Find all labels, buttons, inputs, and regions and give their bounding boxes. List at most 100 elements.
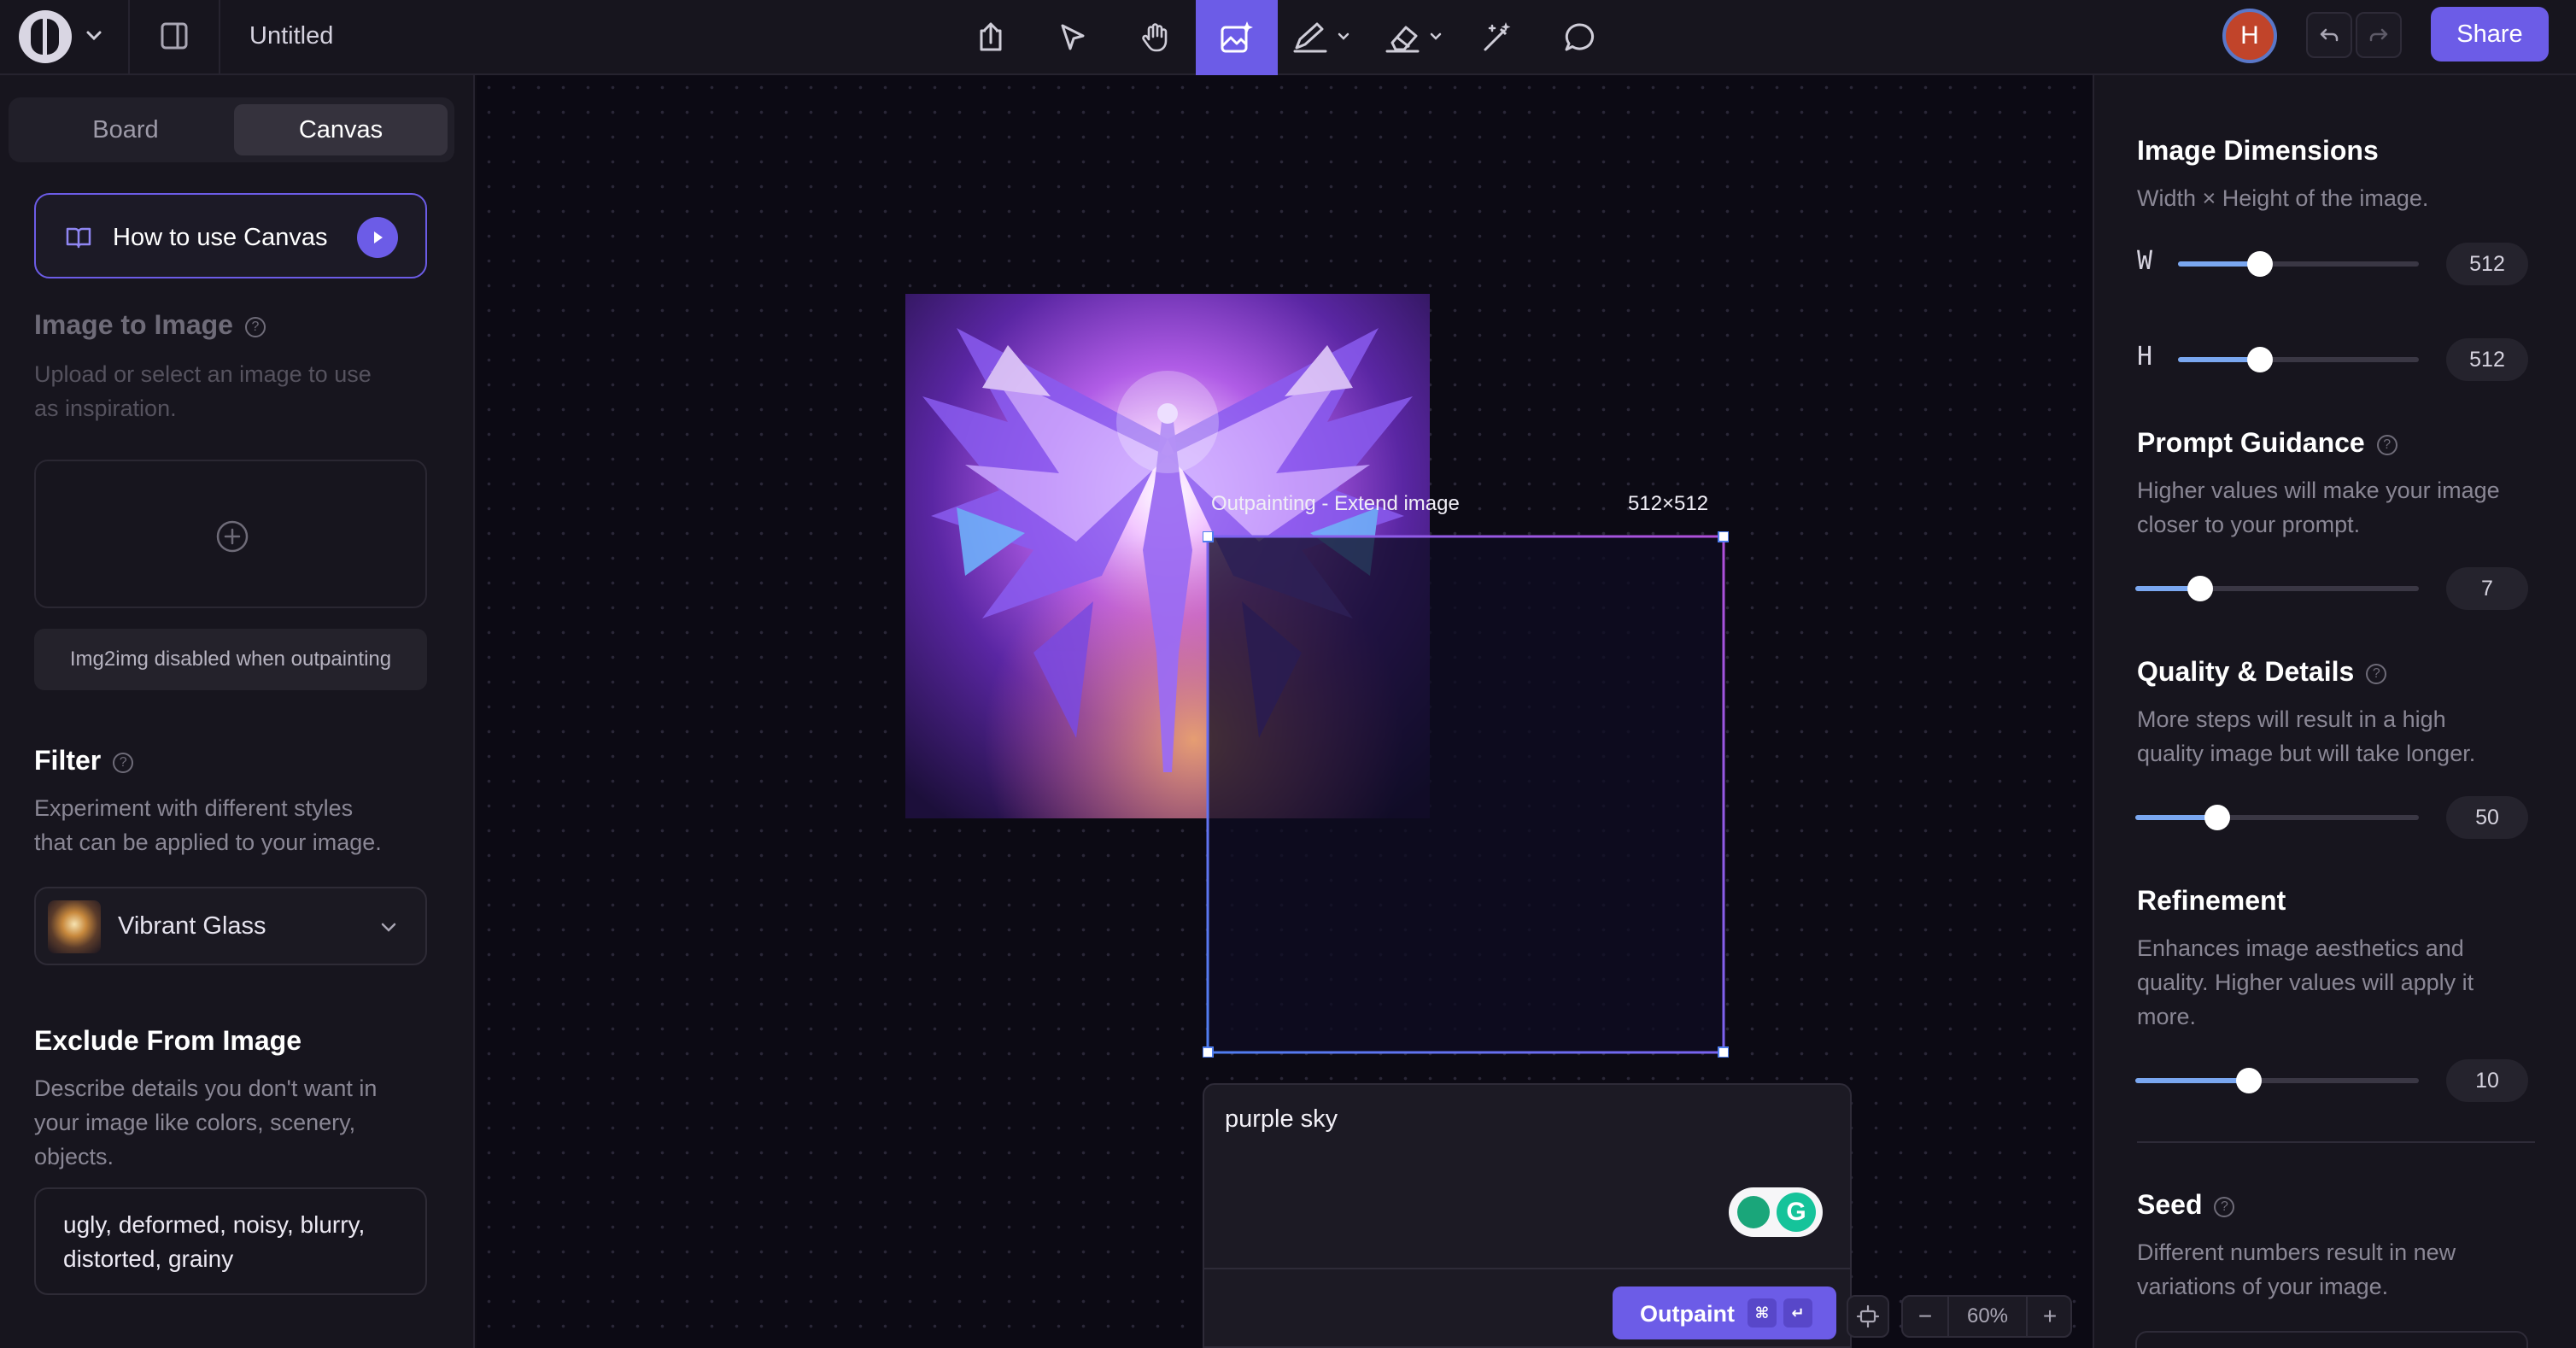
image-sparkle-icon bbox=[1221, 21, 1253, 53]
draw-tool-button[interactable] bbox=[1291, 0, 1353, 75]
comment-tool-button[interactable] bbox=[1560, 0, 1599, 75]
negative-prompt-value: ugly, deformed, noisy, blurry, distorted… bbox=[63, 1211, 366, 1272]
prompt-guidance-heading: Prompt Guidance? bbox=[2137, 425, 2397, 460]
exclude-heading: Exclude From Image bbox=[34, 1025, 302, 1056]
prompt-guidance-desc: Higher values will make your image close… bbox=[2137, 478, 2500, 537]
quality-value[interactable]: 50 bbox=[2446, 796, 2528, 839]
filter-dropdown[interactable]: Vibrant Glass bbox=[34, 887, 427, 965]
fit-screen-icon bbox=[1856, 1304, 1880, 1328]
exclude-desc: Describe details you don't want in your … bbox=[34, 1075, 378, 1169]
quality-desc: More steps will result in a high quality… bbox=[2137, 706, 2476, 766]
refinement-value[interactable]: 10 bbox=[2446, 1059, 2528, 1102]
help-icon[interactable]: ? bbox=[2376, 434, 2397, 455]
chevron-down-icon bbox=[381, 923, 396, 932]
redo-icon bbox=[2369, 28, 2388, 42]
zoom-in-button[interactable]: + bbox=[2028, 1297, 2072, 1336]
dimensions-desc: Width × Height of the image. bbox=[2137, 185, 2429, 211]
view-switcher: Board Canvas bbox=[9, 97, 454, 162]
quality-heading: Quality & Details? bbox=[2137, 654, 2387, 689]
slider-handle[interactable] bbox=[2204, 805, 2231, 830]
cursor-icon bbox=[1061, 24, 1085, 50]
zoom-control: − 60% + bbox=[1901, 1295, 2072, 1338]
outpaint-frame[interactable] bbox=[1203, 531, 1729, 1058]
help-icon[interactable]: ? bbox=[2366, 663, 2387, 684]
document-title[interactable]: Untitled bbox=[249, 19, 333, 53]
upload-tool-button[interactable] bbox=[970, 0, 1011, 75]
outpaint-frame-label: Outpainting - Extend image bbox=[1211, 492, 1460, 515]
prompt-guidance-value[interactable]: 7 bbox=[2446, 567, 2528, 610]
refinement-slider[interactable] bbox=[2135, 1066, 2419, 1095]
seed-heading: Seed? bbox=[2137, 1187, 2235, 1222]
play-icon bbox=[357, 217, 398, 258]
outpaint-button[interactable]: Outpaint ⌘ ↵ bbox=[1613, 1286, 1836, 1339]
undo-button[interactable] bbox=[2306, 12, 2352, 58]
top-toolbar: Untitled H Share bbox=[0, 0, 2576, 75]
seed-desc: Different numbers result in new variatio… bbox=[2137, 1240, 2456, 1299]
filter-selected-label: Vibrant Glass bbox=[118, 912, 266, 940]
share-button[interactable]: Share bbox=[2431, 7, 2549, 62]
outpaint-tool-button[interactable] bbox=[1196, 0, 1278, 75]
book-icon bbox=[66, 227, 91, 249]
negative-prompt-input[interactable]: ugly, deformed, noisy, blurry, distorted… bbox=[34, 1187, 427, 1295]
magic-wand-icon bbox=[1484, 22, 1511, 51]
help-icon[interactable]: ? bbox=[244, 316, 266, 337]
how-to-use-canvas-button[interactable]: How to use Canvas bbox=[34, 193, 427, 278]
tab-board[interactable]: Board bbox=[19, 104, 232, 155]
grammarly-widget[interactable]: G bbox=[1729, 1187, 1823, 1237]
zoom-out-button[interactable]: − bbox=[1903, 1297, 1947, 1336]
how-to-use-label: How to use Canvas bbox=[113, 224, 328, 251]
seed-input[interactable] bbox=[2135, 1331, 2528, 1348]
width-value[interactable]: 512 bbox=[2446, 243, 2528, 285]
plus-circle-icon bbox=[216, 520, 249, 553]
sidebar-toggle-icon[interactable] bbox=[157, 19, 191, 53]
height-label: H bbox=[2137, 342, 2153, 372]
app-window: Untitled H Share Board Canvas How to use… bbox=[0, 0, 2576, 1348]
prompt-guidance-slider[interactable] bbox=[2135, 574, 2419, 603]
user-avatar[interactable]: H bbox=[2222, 9, 2277, 63]
dimensions-heading: Image Dimensions bbox=[2137, 135, 2379, 166]
width-slider[interactable] bbox=[2178, 249, 2419, 278]
height-slider[interactable] bbox=[2178, 345, 2419, 374]
undo-icon bbox=[2320, 28, 2339, 42]
image-to-image-heading: Image to Image? bbox=[34, 308, 266, 342]
img2img-disabled-note: Img2img disabled when outpainting bbox=[34, 629, 427, 690]
magic-wand-tool-button[interactable] bbox=[1478, 0, 1517, 75]
prompt-panel: purple sky G Outpaint ⌘ ↵ bbox=[1203, 1083, 1852, 1348]
hand-icon bbox=[1142, 23, 1168, 52]
width-label: W bbox=[2137, 246, 2153, 276]
height-value[interactable]: 512 bbox=[2446, 338, 2528, 381]
refinement-heading: Refinement bbox=[2137, 885, 2286, 916]
image-to-image-desc: Upload or select an image to use as insp… bbox=[34, 361, 372, 421]
chevron-down-icon[interactable] bbox=[82, 24, 106, 48]
left-sidebar: Board Canvas How to use Canvas Image to … bbox=[0, 75, 475, 1348]
fit-to-screen-button[interactable] bbox=[1847, 1295, 1889, 1338]
image-upload-dropzone[interactable] bbox=[34, 460, 427, 608]
redo-button[interactable] bbox=[2356, 12, 2402, 58]
enter-key-icon: ↵ bbox=[1783, 1298, 1812, 1327]
app-logo-icon[interactable] bbox=[19, 10, 72, 63]
quality-slider[interactable] bbox=[2135, 803, 2419, 832]
help-icon[interactable]: ? bbox=[2214, 1196, 2235, 1217]
upload-icon bbox=[980, 22, 1002, 51]
slider-handle[interactable] bbox=[2246, 347, 2273, 372]
slider-handle[interactable] bbox=[2246, 251, 2273, 277]
outpaint-frame-size: 512×512 bbox=[1628, 492, 1709, 515]
tab-canvas[interactable]: Canvas bbox=[234, 104, 448, 155]
erase-tool-button[interactable] bbox=[1384, 0, 1445, 75]
filter-heading: Filter? bbox=[34, 743, 134, 777]
refinement-desc: Enhances image aesthetics and quality. H… bbox=[2137, 935, 2474, 1029]
comment-icon bbox=[1565, 23, 1594, 51]
eraser-icon bbox=[1385, 26, 1442, 53]
pan-tool-button[interactable] bbox=[1134, 0, 1177, 75]
filter-thumbnail bbox=[48, 900, 101, 953]
slider-handle[interactable] bbox=[2235, 1068, 2262, 1093]
bulb-icon bbox=[1737, 1196, 1770, 1228]
filter-desc: Experiment with different styles that ca… bbox=[34, 795, 382, 855]
slider-handle[interactable] bbox=[2187, 576, 2214, 601]
zoom-level[interactable]: 60% bbox=[1947, 1297, 2028, 1336]
help-icon[interactable]: ? bbox=[113, 752, 134, 773]
cmd-key-icon: ⌘ bbox=[1748, 1298, 1777, 1327]
select-tool-button[interactable] bbox=[1052, 0, 1093, 75]
prompt-input[interactable]: purple sky bbox=[1225, 1105, 1338, 1134]
pencil-icon bbox=[1293, 22, 1349, 53]
